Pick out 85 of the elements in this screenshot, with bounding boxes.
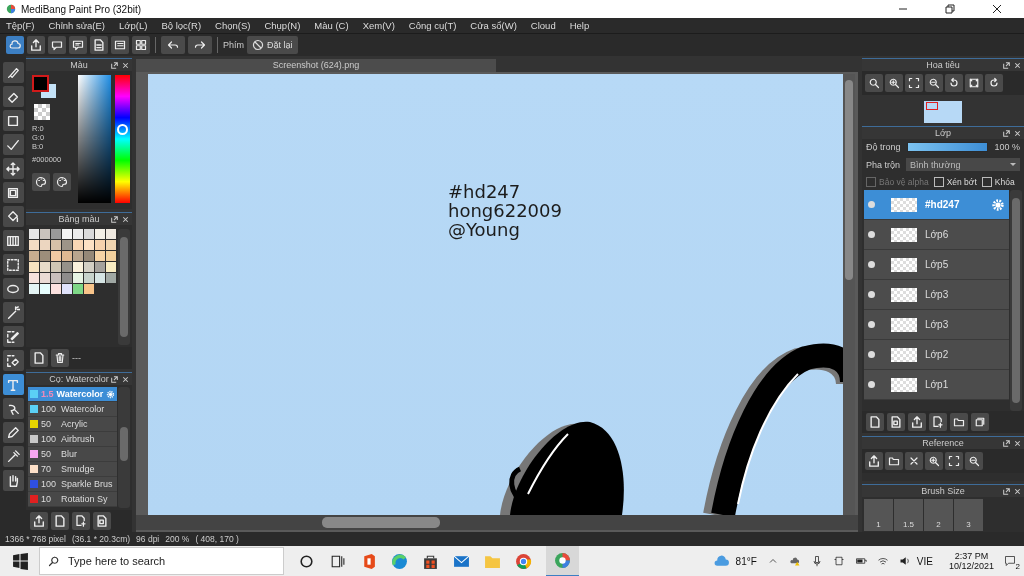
menu-item[interactable]: Chụp(N)	[264, 20, 301, 31]
panel-title: Lớp	[935, 128, 951, 138]
blend-label: Pha trộn	[866, 159, 901, 170]
layer-name: Lớp3	[925, 289, 949, 300]
layer-name: Lớp6	[925, 229, 949, 240]
layer-name: Lớp2	[925, 349, 949, 360]
input-language[interactable]: VIE	[916, 555, 933, 567]
panel-title: Màu	[70, 60, 88, 70]
palette-name: ---	[72, 353, 81, 363]
brush-item[interactable]: 50 Acrylic	[28, 417, 117, 432]
brush-item[interactable]: 10 Rotation Sy	[28, 492, 117, 507]
panel-title: Reference	[922, 438, 964, 448]
brush-item[interactable]: 100 Sparkle Brus	[28, 477, 117, 492]
panel-title: Hoa tiêu	[926, 60, 960, 70]
document-tab[interactable]: Screenshot (624).png	[136, 59, 496, 72]
canvas-text: hong622009	[448, 201, 562, 220]
brush-item[interactable]: 100 Airbrush	[28, 432, 117, 447]
canvas-text: #hd247	[448, 182, 522, 201]
opacity-label: Độ trong	[866, 142, 901, 152]
window-title: MediBang Paint Pro (32bit)	[21, 3, 142, 15]
brush-item[interactable]: 70 Smudge	[28, 462, 117, 477]
brush-size-option[interactable]: 2	[924, 499, 953, 531]
panel-title: Bảng màu	[58, 214, 100, 224]
brush-size: 50	[41, 419, 52, 429]
taskbar-search-field[interactable]: Type here to search	[39, 547, 284, 575]
clock-time[interactable]: 2:37 PM	[954, 551, 989, 561]
layer-item[interactable]: Lớp3	[864, 310, 1009, 340]
brush-size: 50	[41, 449, 52, 459]
menu-item[interactable]: Xem(V)	[362, 20, 395, 31]
brush-size-option[interactable]: 3	[954, 499, 983, 531]
canvas[interactable]: #hd247 hong622009 @Young	[148, 74, 843, 515]
brush-size-option[interactable]: 1.5	[894, 499, 923, 531]
brush-name: Acrylic	[61, 419, 88, 429]
brush-name: Blur	[61, 449, 77, 459]
brush-size: 100	[41, 434, 58, 444]
brush-size: 100	[41, 404, 58, 414]
menu-item[interactable]: Chọn(S)	[215, 20, 251, 31]
panel-title: Cọ: Watercolor	[49, 374, 109, 384]
status-text: 96 dpi	[136, 534, 160, 544]
layer-item[interactable]: Lớp6	[864, 220, 1009, 250]
status-text: 1366 * 768 pixel	[5, 534, 66, 544]
clock-date[interactable]: 10/12/2021	[948, 561, 994, 571]
brush-name: Watercolor	[56, 389, 104, 399]
blend-mode-dropdown[interactable]: Bình thường	[906, 158, 1020, 171]
layer-item[interactable]: Lớp5	[864, 250, 1009, 280]
layer-item[interactable]: Lớp2	[864, 340, 1009, 370]
brush-size-option[interactable]: 1	[864, 499, 893, 531]
status-text: 200 %	[165, 534, 190, 544]
brush-size: 10	[41, 494, 52, 504]
checkbox-option[interactable]: Xén bớt	[933, 177, 977, 187]
brush-item[interactable]: 100 Watercolor	[28, 402, 117, 417]
notification-count: 2	[1015, 562, 1020, 571]
menu-item[interactable]: Bộ lọc(R)	[161, 20, 202, 31]
status-text: ( 408, 170 )	[195, 534, 239, 544]
brush-name: Smudge	[61, 464, 95, 474]
layer-name: Lớp5	[925, 259, 949, 270]
layer-name: Lớp1	[925, 379, 949, 390]
reset-button[interactable]: Đặt lại	[247, 36, 298, 54]
layer-item[interactable]: Lớp1	[864, 370, 1009, 400]
brush-name: Sparkle Brus	[61, 479, 113, 489]
brush-size: 100	[41, 479, 58, 489]
menu-item[interactable]: Help	[569, 20, 590, 31]
panel-title: Brush Size	[921, 486, 965, 496]
menu-item[interactable]: Chỉnh sửa(E)	[48, 20, 106, 31]
brush-size: 1.5	[41, 389, 54, 399]
brush-name: Airbrush	[61, 434, 95, 444]
menu-item[interactable]: Cửa sổ(W)	[470, 20, 517, 31]
menu-item[interactable]: Màu (C)	[314, 20, 349, 31]
layer-name: Lớp3	[925, 319, 949, 330]
brush-item[interactable]: 50 Blur	[28, 447, 117, 462]
opacity-value: 100 %	[994, 142, 1020, 152]
brush-size: 70	[41, 464, 52, 474]
shortcut-label: Phím	[223, 40, 244, 50]
status-text: (36.1 * 20.3cm)	[71, 534, 131, 544]
checkbox-option[interactable]: Khóa	[981, 177, 1015, 187]
brush-name: Watercolor	[61, 404, 105, 414]
brush-name: Rotation Sy	[61, 494, 108, 504]
layer-item[interactable]: Lớp3	[864, 280, 1009, 310]
canvas-text: @Young	[448, 220, 520, 239]
weather-temperature[interactable]: 81°F	[735, 555, 757, 567]
layer-name: #hd247	[925, 199, 960, 210]
menu-item[interactable]: Lớp(L)	[119, 20, 148, 31]
menu-item[interactable]: Cloud	[530, 20, 556, 31]
menu-item[interactable]: Tệp(F)	[6, 20, 35, 31]
menu-item[interactable]: Công cụ(T)	[408, 20, 457, 31]
